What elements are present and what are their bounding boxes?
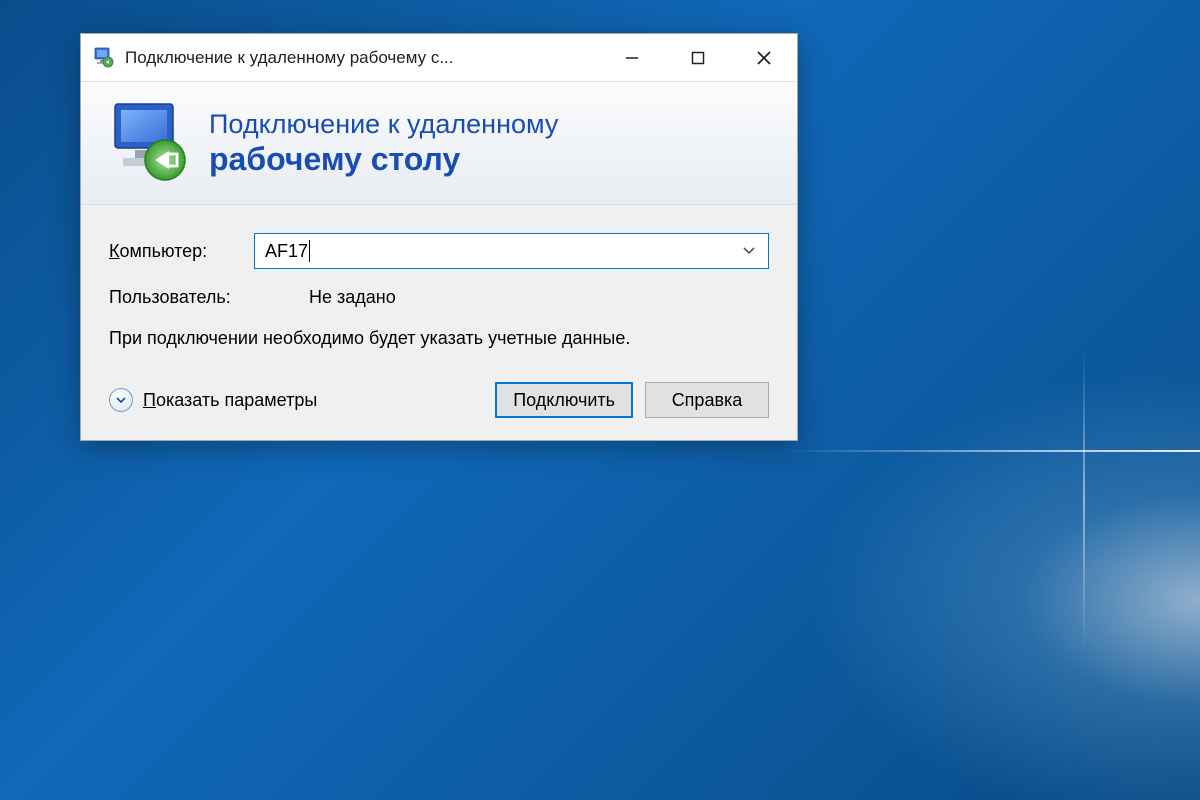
show-options-label: Показать параметры bbox=[143, 390, 317, 411]
computer-label: Компьютер: bbox=[109, 241, 254, 262]
minimize-button[interactable] bbox=[599, 34, 665, 81]
connect-button[interactable]: Подключить bbox=[495, 382, 633, 418]
close-button[interactable] bbox=[731, 34, 797, 81]
computer-combobox[interactable]: AF17 bbox=[254, 233, 769, 269]
header-banner: Подключение к удаленному рабочему столу bbox=[81, 82, 797, 205]
user-value: Не задано bbox=[309, 287, 396, 308]
expand-down-icon bbox=[109, 388, 133, 412]
credentials-info: При подключении необходимо будет указать… bbox=[109, 326, 769, 350]
app-icon bbox=[93, 47, 115, 69]
rdp-dialog: Подключение к удаленному рабочему с... bbox=[80, 33, 798, 441]
computer-value: AF17 bbox=[265, 241, 308, 262]
show-options-toggle[interactable]: Показать параметры bbox=[109, 388, 483, 412]
header-title-1: Подключение к удаленному bbox=[209, 108, 558, 140]
rdp-icon bbox=[105, 100, 195, 186]
maximize-button[interactable] bbox=[665, 34, 731, 81]
chevron-down-icon[interactable] bbox=[740, 247, 758, 255]
help-button[interactable]: Справка bbox=[645, 382, 769, 418]
window-title: Подключение к удаленному рабочему с... bbox=[125, 48, 599, 68]
dialog-body: Компьютер: AF17 Пользователь: Не задано … bbox=[81, 205, 797, 440]
header-title-2: рабочему столу bbox=[209, 140, 558, 178]
user-label: Пользователь: bbox=[109, 287, 309, 308]
text-caret bbox=[309, 240, 310, 262]
titlebar[interactable]: Подключение к удаленному рабочему с... bbox=[81, 34, 797, 82]
